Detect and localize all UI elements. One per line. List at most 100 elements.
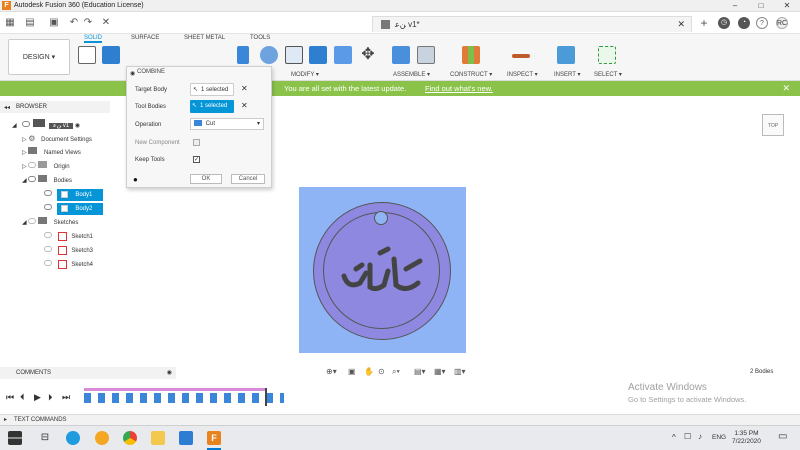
browser-item-origin[interactable]: ▷ Origin	[22, 161, 70, 173]
go-to-end-icon[interactable]: ⏭	[62, 392, 70, 403]
text-commands-bar[interactable]: ▸ TEXT COMMANDS	[0, 414, 800, 425]
chrome-icon[interactable]	[123, 431, 137, 445]
visibility-eye-icon[interactable]	[28, 162, 37, 168]
edge-icon[interactable]	[66, 431, 80, 445]
browser-item-sketch4[interactable]: Sketch4	[44, 259, 93, 271]
browser-item-named-views[interactable]: ▷ Named Views	[22, 147, 81, 159]
step-back-icon[interactable]: ⏴	[20, 392, 25, 403]
cancel-button[interactable]: Cancel	[231, 174, 265, 184]
redo-icon[interactable]: ↷	[82, 17, 94, 29]
browser-item-body1[interactable]: Body1	[44, 189, 103, 201]
visibility-eye-icon[interactable]	[44, 204, 52, 210]
task-view-icon[interactable]: ⊟	[38, 431, 52, 445]
viewports-icon[interactable]: ▥▾	[454, 367, 466, 376]
measure-icon[interactable]	[512, 54, 530, 58]
pan-icon[interactable]: ✋	[364, 367, 374, 376]
press-pull-icon[interactable]	[237, 46, 249, 64]
insert-image-icon[interactable]	[557, 46, 575, 64]
operation-dropdown[interactable]: Cut ▾	[190, 118, 264, 130]
minimize-button[interactable]: –	[722, 0, 748, 12]
grid-settings-icon[interactable]: ▦▾	[434, 367, 446, 376]
create-form-icon[interactable]	[102, 46, 120, 64]
notifications-icon[interactable]: ▭	[778, 431, 787, 442]
visibility-eye-icon[interactable]	[28, 218, 37, 224]
comments-panel[interactable]: COMMENTS ◉	[0, 367, 176, 379]
paint-icon[interactable]	[95, 431, 109, 445]
tab-solid[interactable]: SOLID	[84, 35, 103, 43]
group-assemble[interactable]: ASSEMBLE ▾	[393, 71, 430, 78]
fit-icon[interactable]: ⌕▾	[392, 367, 400, 377]
new-tab-icon[interactable]: +	[698, 17, 710, 29]
model-body2-plate[interactable]	[299, 187, 466, 353]
help-icon[interactable]: ?	[756, 17, 768, 29]
visibility-eye-icon[interactable]	[28, 176, 37, 182]
browser-item-sketches[interactable]: ◢ Sketches	[22, 217, 78, 229]
expand-arrow-icon[interactable]: ▷	[22, 150, 27, 156]
close-tab-icon[interactable]: ✕	[677, 19, 685, 30]
clear-tool-icon[interactable]: ✕	[241, 101, 248, 110]
keep-tools-checkbox[interactable]: ✓	[193, 156, 200, 163]
language-indicator[interactable]: ENG	[712, 434, 726, 441]
joint-icon[interactable]	[417, 46, 435, 64]
timeline-features[interactable]	[84, 393, 284, 403]
timeline-marker[interactable]	[265, 388, 267, 406]
zoom-icon[interactable]: ⊙	[378, 367, 385, 376]
group-modify[interactable]: MODIFY ▾	[291, 71, 319, 78]
banner-close-icon[interactable]: ✕	[782, 81, 790, 96]
file-menu-icon[interactable]: ▤	[24, 17, 36, 29]
collapse-browser-icon[interactable]: ◂◂	[4, 104, 10, 111]
comments-toggle-icon[interactable]: ◉	[167, 367, 172, 379]
visibility-eye-icon[interactable]	[44, 246, 52, 252]
browser-item-body2[interactable]: Body2	[44, 203, 103, 215]
expand-arrow-icon[interactable]: ▷	[22, 137, 27, 143]
browser-item-bodies[interactable]: ◢ Bodies	[22, 175, 72, 187]
close-icon[interactable]: ✕	[100, 17, 112, 29]
visibility-eye-icon[interactable]	[21, 121, 30, 127]
vscode-icon[interactable]	[179, 431, 193, 445]
browser-header[interactable]: ◂◂ BROWSER	[0, 101, 110, 113]
visibility-eye-icon[interactable]	[44, 232, 52, 238]
group-insert[interactable]: INSERT ▾	[554, 71, 580, 78]
tab-surface[interactable]: SURFACE	[131, 35, 159, 41]
document-tab[interactable]: ﻦﻋ v1* ✕	[372, 16, 692, 32]
tab-tools[interactable]: TOOLS	[250, 35, 270, 41]
ok-button[interactable]: OK	[190, 174, 222, 184]
windows-start-icon[interactable]	[8, 431, 22, 445]
browser-item-sketch3[interactable]: Sketch3	[44, 245, 93, 257]
new-component-icon[interactable]	[392, 46, 410, 64]
target-body-select[interactable]: ↖ 1 selected	[190, 83, 234, 96]
tab-sheet-metal[interactable]: SHEET METAL	[184, 35, 225, 41]
group-inspect[interactable]: INSPECT ▾	[507, 71, 538, 78]
timeline-range-bar[interactable]	[84, 388, 266, 391]
volume-icon[interactable]: ♪	[698, 432, 702, 441]
expand-arrow-icon[interactable]: ▷	[22, 164, 27, 170]
network-icon[interactable]: ☐	[684, 432, 691, 441]
construct-plane-icon[interactable]	[462, 46, 480, 64]
combine-icon[interactable]	[309, 46, 327, 64]
select-icon[interactable]	[598, 46, 616, 64]
maximize-button[interactable]: □	[748, 0, 774, 12]
system-clock[interactable]: 1:35 PM 7/22/2020	[732, 430, 761, 446]
shell-icon[interactable]	[285, 46, 303, 64]
split-body-icon[interactable]	[334, 46, 352, 64]
look-at-icon[interactable]: ▣	[348, 367, 356, 376]
new-component-checkbox[interactable]	[193, 139, 200, 146]
activate-radio-icon[interactable]: ◉	[75, 123, 80, 129]
whats-new-link[interactable]: Find out what's new.	[425, 81, 493, 96]
group-select[interactable]: SELECT ▾	[594, 71, 622, 78]
clear-target-icon[interactable]: ✕	[241, 84, 248, 93]
play-icon[interactable]: ▶	[34, 392, 41, 403]
fillet-icon[interactable]	[260, 46, 278, 64]
save-icon[interactable]: ▣	[48, 17, 60, 29]
undo-icon[interactable]: ↶	[68, 17, 80, 29]
group-construct[interactable]: CONSTRUCT ▾	[450, 71, 492, 78]
close-window-button[interactable]: ✕	[774, 0, 800, 12]
tool-bodies-select[interactable]: ↖ 1 selected	[190, 100, 234, 113]
dialog-grip-icon[interactable]: ◉	[130, 70, 135, 77]
step-forward-icon[interactable]: ⏵	[48, 392, 53, 403]
expand-arrow-icon[interactable]: ◢	[22, 220, 27, 226]
expand-arrow-icon[interactable]: ◢	[12, 120, 20, 132]
user-avatar[interactable]: RC	[776, 17, 788, 29]
browser-item-document-settings[interactable]: ▷ ⚙ Document Settings	[22, 133, 92, 145]
visibility-eye-icon[interactable]	[44, 190, 52, 196]
